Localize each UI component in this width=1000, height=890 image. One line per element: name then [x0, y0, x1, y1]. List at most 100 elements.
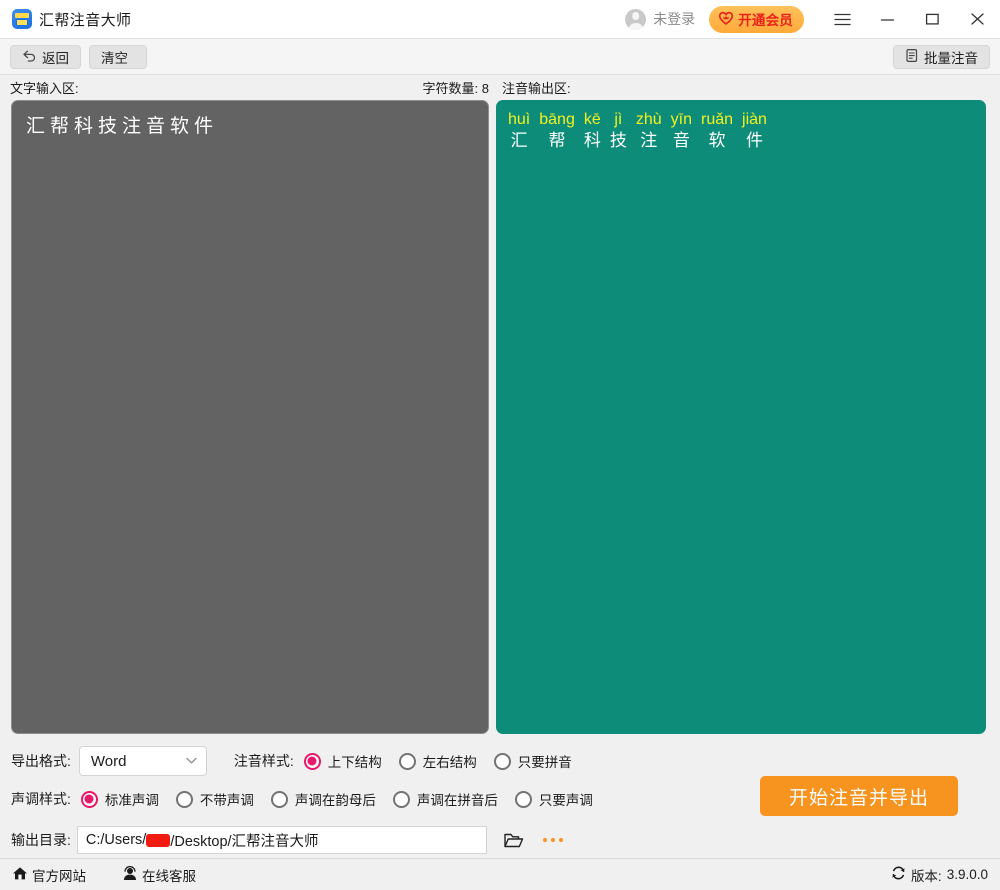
dot [542, 837, 548, 843]
char-count-value: 8 [481, 81, 489, 96]
titlebar-right-controls: 未登录 开通会员 [625, 0, 1000, 38]
official-website-label: 官方网站 [32, 868, 86, 884]
pinyin-cell: huì 汇 [508, 109, 530, 152]
refresh-icon [891, 866, 906, 883]
vip-upgrade-button[interactable]: 开通会员 [709, 5, 804, 33]
start-export-button[interactable]: 开始注音并导出 [760, 776, 958, 816]
char-count: 字符数量: 8 [423, 78, 489, 97]
ellipsis-icon[interactable] [540, 827, 566, 853]
pinyin-cell: yīn 音 [671, 109, 692, 152]
heart-crown-icon [718, 10, 734, 28]
app-logo-icon [12, 9, 32, 29]
tone-style-option-0[interactable]: 标准声调 [80, 789, 159, 809]
back-button[interactable]: 返回 [10, 44, 81, 69]
output-panel-label: 注音输出区: [502, 81, 571, 96]
output-panel-header: 注音输出区: [502, 78, 571, 97]
tone-style-option-1[interactable]: 不带声调 [175, 789, 254, 809]
tone-style-option-label: 标准声调 [104, 793, 159, 808]
version-info[interactable]: 版本: 3.9.0.0 [891, 865, 988, 885]
radio-button-icon[interactable] [270, 790, 288, 808]
pinyin-output-area[interactable]: huì 汇 bāng 帮 kē 科 jì 技 zhù 注 yīn 音 ruǎn 软 jiàn 件 [496, 100, 986, 734]
annotation-style-option-label: 只要拼音 [517, 755, 572, 770]
output-directory-label: 输出目录: [11, 832, 71, 848]
hanzi-text: 音 [672, 131, 690, 150]
tone-style-option-2[interactable]: 声调在韵母后 [270, 789, 376, 809]
redacted-username [146, 833, 171, 847]
annotation-style-label: 注音样式: [233, 753, 294, 769]
panel-headers: 文字输入区: 字符数量: 8 注音输出区: [0, 75, 1000, 97]
vip-upgrade-label: 开通会员 [738, 13, 793, 28]
minimize-icon[interactable] [865, 0, 910, 39]
account-label: 未登录 [653, 11, 696, 27]
radio-button-icon[interactable] [392, 790, 410, 808]
output-directory-path-suffix: /Desktop/汇帮注音大师 [170, 833, 319, 850]
annotation-style-option-label: 左右结构 [422, 755, 477, 770]
output-directory-path-prefix: C:/Users/ [85, 832, 147, 848]
version-value: 3.9.0.0 [946, 867, 988, 882]
pinyin-cell: kē 科 [584, 109, 601, 152]
batch-annotate-button[interactable]: 批量注音 [893, 44, 990, 69]
title-bar: 汇帮注音大师 未登录 开通会员 [0, 0, 1000, 39]
radio-button-icon[interactable] [398, 752, 416, 770]
tone-style-option-4[interactable]: 只要声调 [514, 789, 593, 809]
input-panel-header: 文字输入区: 字符数量: 8 [10, 78, 497, 97]
hanzi-text: 帮 [548, 131, 566, 150]
radio-button-icon[interactable] [80, 790, 98, 808]
pinyin-text: jì [614, 111, 623, 128]
export-format-select[interactable]: Word [78, 746, 207, 776]
pinyin-cell: ruǎn 软 [701, 109, 733, 152]
annotation-style-radio-group: 上下结构 左右结构 只要拼音 [294, 751, 572, 771]
export-format-label: 导出格式: [11, 753, 71, 769]
dot [558, 837, 564, 843]
tone-style-option-3[interactable]: 声调在拼音后 [392, 789, 498, 809]
hamburger-menu-icon[interactable] [820, 0, 865, 39]
maximize-icon[interactable] [910, 0, 955, 39]
pinyin-cell: jì 技 [610, 109, 627, 152]
pinyin-text: zhù [635, 111, 662, 128]
radio-button-icon[interactable] [493, 752, 511, 770]
pinyin-text: ruǎn [700, 111, 734, 128]
home-icon [12, 866, 28, 884]
annotation-style-option-2[interactable]: 只要拼音 [493, 751, 572, 771]
pinyin-row: huì 汇 bāng 帮 kē 科 jì 技 zhù 注 yīn 音 ruǎn 软 jiàn 件 [508, 109, 974, 152]
close-icon[interactable] [955, 0, 1000, 39]
annotation-style-option-1[interactable]: 左右结构 [398, 751, 477, 771]
account-button[interactable]: 未登录 [625, 8, 696, 30]
export-format-row: 导出格式: Word 注音样式: 上下结构 左右结构 只要拼音 [11, 742, 989, 780]
tone-style-option-label: 只要声调 [538, 793, 593, 808]
output-directory-row: 输出目录: C:/Users/ /Desktop/汇帮注音大师 [0, 818, 1000, 858]
pinyin-text: huì [508, 111, 531, 128]
tone-style-option-label: 声调在拼音后 [416, 793, 498, 808]
radio-button-icon[interactable] [303, 752, 321, 770]
dot [550, 837, 556, 843]
pinyin-text: yīn [670, 111, 692, 128]
hanzi-text: 科 [583, 131, 601, 150]
pinyin-text: jiàn [742, 111, 767, 128]
chevron-down-icon [185, 752, 198, 770]
radio-button-icon[interactable] [175, 790, 193, 808]
pinyin-cell: zhù 注 [636, 109, 662, 152]
editor-panels: 汇帮科技注音软件 huì 汇 bāng 帮 kē 科 jì 技 zhù 注 yīn 音 ruǎn 软 jià… [0, 97, 1000, 734]
input-panel-label: 文字输入区: [10, 81, 79, 96]
document-icon [905, 48, 919, 66]
toolbar: 返回 清空 批量注音 [0, 39, 1000, 75]
tone-style-option-label: 不带声调 [199, 793, 254, 808]
output-directory-input[interactable]: C:/Users/ /Desktop/汇帮注音大师 [76, 826, 487, 854]
official-website-link[interactable]: 官方网站 [12, 865, 86, 885]
pinyin-text: bāng [539, 111, 575, 128]
annotation-style-option-0[interactable]: 上下结构 [303, 751, 382, 771]
tone-style-option-label: 声调在韵母后 [294, 793, 376, 808]
back-arrow-icon [22, 49, 37, 65]
back-button-label: 返回 [42, 50, 69, 66]
clear-button[interactable]: 清空 [89, 44, 147, 69]
batch-annotate-label: 批量注音 [924, 50, 978, 66]
export-format-value: Word [90, 752, 127, 770]
text-input-area[interactable]: 汇帮科技注音软件 [11, 100, 489, 734]
folder-open-icon[interactable] [501, 827, 527, 853]
avatar [625, 8, 647, 30]
app-title: 汇帮注音大师 [39, 11, 132, 29]
pinyin-cell: jiàn 件 [742, 109, 767, 152]
pinyin-text: kē [583, 111, 601, 128]
radio-button-icon[interactable] [514, 790, 532, 808]
online-support-link[interactable]: 在线客服 [122, 865, 196, 885]
